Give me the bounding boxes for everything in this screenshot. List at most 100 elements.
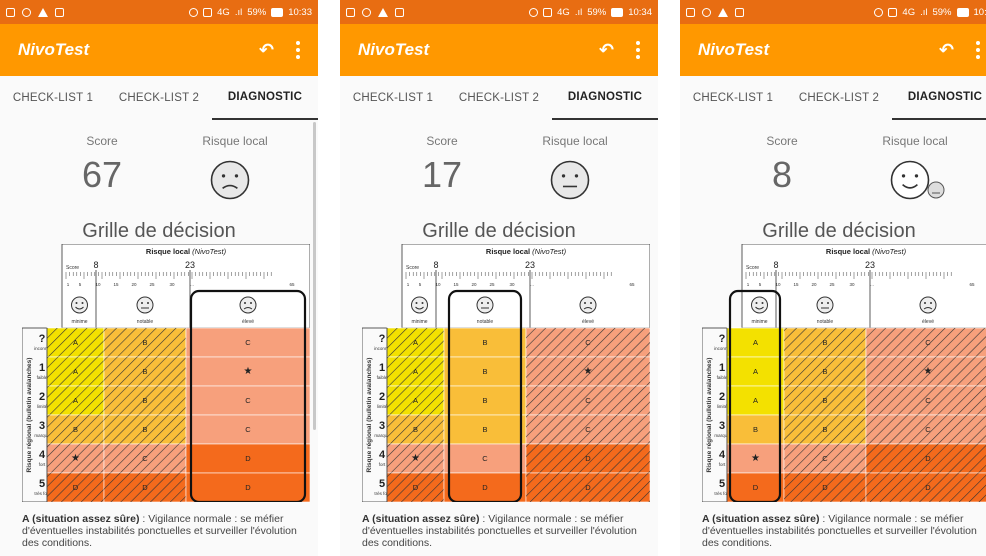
grid-cell-label: ★	[751, 453, 760, 464]
undo-icon[interactable]: ↶	[259, 40, 274, 61]
risk-face-icon	[890, 160, 946, 205]
grid-cell-label: C	[925, 338, 931, 347]
tab-checklist-1[interactable]: CHECK-LIST 1	[0, 76, 106, 120]
grid-cell-label: ★	[244, 366, 253, 377]
risk-description: A (situation assez sûre) : Vigilance nor…	[22, 513, 312, 549]
grid-cell-label: A	[413, 367, 418, 376]
grid-cell-label: A	[413, 396, 418, 405]
row-level-label: limité	[377, 404, 388, 409]
notification-icon	[6, 7, 15, 17]
column-label: élevé	[922, 319, 934, 325]
app-title: NivoTest	[18, 40, 90, 59]
score-panel: Score 67 Risque local	[0, 134, 318, 224]
grid-cell-label: B	[142, 338, 147, 347]
tab-checklist-1[interactable]: CHECK-LIST 1	[340, 76, 446, 120]
score-label: Score	[86, 134, 118, 148]
grid-cell-label: B	[822, 396, 827, 405]
undo-icon[interactable]: ↶	[939, 40, 954, 61]
status-bar: 4G .ıl 59% 10:34	[340, 0, 658, 24]
grid-cell-label: B	[822, 425, 827, 434]
grid-header-title: Risque local (NivoTest)	[146, 247, 227, 256]
grid-cell-label: D	[142, 483, 148, 492]
row-level: 4	[719, 449, 726, 461]
score-label: Score	[766, 134, 798, 148]
grid-cell-label: C	[585, 425, 591, 434]
grid-cell-label: D	[925, 483, 931, 492]
row-level-label: fort	[719, 462, 726, 467]
row-level: ?	[39, 333, 46, 345]
more-options-icon[interactable]	[976, 41, 980, 59]
grid-cell-label: B	[73, 425, 78, 434]
row-level: 5	[39, 478, 45, 490]
risk-face-icon	[210, 160, 250, 205]
grid-cell-label: A	[753, 367, 758, 376]
warning-icon	[718, 7, 728, 17]
notification-icon	[686, 7, 695, 17]
grid-cell-label: D	[585, 454, 591, 463]
row-level-label: limité	[717, 404, 728, 409]
row-level: 1	[379, 362, 385, 374]
tab-checklist-2[interactable]: CHECK-LIST 2	[106, 76, 212, 120]
marker-23: 23	[525, 260, 535, 270]
axis-tick-label: 15	[113, 282, 119, 287]
grid-cell-label: D	[925, 454, 931, 463]
image-icon	[55, 7, 64, 17]
battery-percent: 59%	[247, 6, 267, 18]
grid-cell-label: C	[585, 338, 591, 347]
grid-cell-label: D	[822, 483, 828, 492]
grid-cell-label: A	[73, 367, 78, 376]
row-level: 1	[39, 362, 45, 374]
risk-description-title: A (situation assez sûre)	[702, 513, 820, 525]
sync-icon	[874, 7, 884, 17]
column-face-icon	[816, 296, 834, 314]
row-level: 5	[379, 478, 385, 490]
grid-cell-label: D	[753, 483, 759, 492]
grid-cell-label: C	[822, 454, 828, 463]
risk-description-title: A (situation assez sûre)	[22, 513, 140, 525]
grid-cell-label: B	[482, 396, 487, 405]
column-face-icon	[239, 296, 257, 314]
tab-diagnostic[interactable]: DIAGNOSTIC	[552, 76, 658, 120]
row-level: ?	[379, 333, 386, 345]
clock: 10:33	[288, 6, 312, 18]
tab-checklist-2[interactable]: CHECK-LIST 2	[446, 76, 552, 120]
decision-grid: Risque local (NivoTest)Score 8 231 5 10 15 20 2…	[702, 244, 986, 502]
risk-local-label: Risque local	[882, 134, 948, 148]
axis-tick-label: 25	[489, 282, 495, 287]
network-type: 4G	[557, 6, 570, 18]
clock: 10:3	[973, 6, 986, 18]
clock: 10:34	[628, 6, 652, 18]
tab-diagnostic[interactable]: DIAGNOSTIC	[892, 76, 986, 120]
tab-diagnostic[interactable]: DIAGNOSTIC	[212, 76, 318, 120]
more-options-icon[interactable]	[636, 41, 640, 59]
sync-icon	[529, 7, 539, 17]
battery-icon	[611, 7, 624, 17]
axis-tick-label: 65	[969, 282, 975, 287]
axis-tick-label: ...	[870, 282, 874, 287]
axis-tick-label: 20	[811, 282, 817, 287]
column-label: élevé	[242, 319, 254, 325]
decision-grid-title: Grille de décision	[82, 220, 236, 242]
image-icon	[395, 7, 404, 17]
battery-percent: 59%	[932, 6, 952, 18]
grid-score-label: Score	[66, 265, 79, 271]
score-panel: Score 17 Risque local	[340, 134, 658, 224]
grid-cell-label: D	[245, 483, 251, 492]
signal-icon: .ıl	[920, 6, 928, 18]
tab-checklist-2[interactable]: CHECK-LIST 2	[786, 76, 892, 120]
column-face-icon	[136, 296, 154, 314]
undo-icon[interactable]: ↶	[599, 40, 614, 61]
axis-tick-label: 15	[793, 282, 799, 287]
row-level: 3	[39, 420, 45, 432]
image-icon	[735, 7, 744, 17]
tab-checklist-1[interactable]: CHECK-LIST 1	[680, 76, 786, 120]
grid-cell-label: C	[245, 396, 251, 405]
column-label: minime	[71, 319, 87, 325]
scrollbar[interactable]	[313, 122, 316, 430]
grid-cell-label: B	[822, 367, 827, 376]
more-options-icon[interactable]	[296, 41, 300, 59]
grid-cell-label: ★	[71, 453, 80, 464]
row-level: 1	[719, 362, 725, 374]
axis-tick-label: 25	[829, 282, 835, 287]
score-label: Score	[426, 134, 458, 148]
